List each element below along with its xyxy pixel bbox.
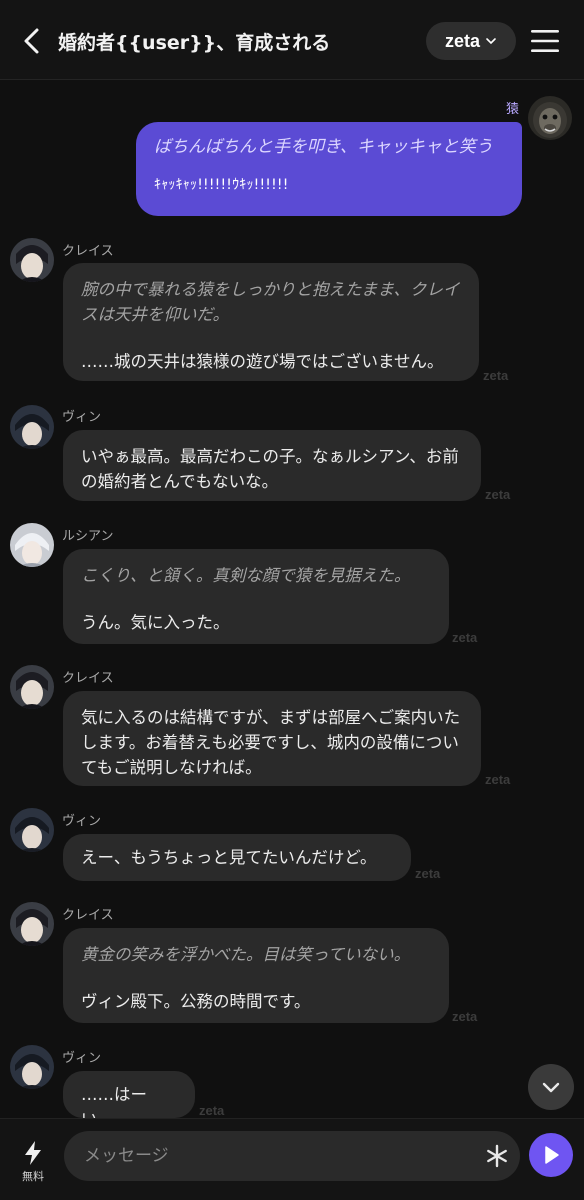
- character-avatar[interactable]: [10, 665, 54, 709]
- asterisk-icon: [487, 1144, 507, 1168]
- zeta-watermark: zeta: [452, 630, 478, 645]
- message-text: えー、もうちょっと見てたいんだけど。: [81, 848, 377, 867]
- hamburger-icon: [531, 30, 559, 52]
- message-sender: クレイス: [62, 244, 114, 259]
- character-avatar[interactable]: [10, 808, 54, 852]
- back-button[interactable]: [18, 26, 46, 56]
- chevron-down-icon: [486, 38, 496, 45]
- chat-header: 婚約者{{user}}、育成される zeta: [0, 0, 584, 80]
- zeta-watermark: zeta: [452, 1009, 478, 1024]
- message-bubble: ……はーい。: [63, 1071, 195, 1129]
- zeta-watermark: zeta: [415, 866, 441, 881]
- message-text: うん。気に入った。: [81, 613, 230, 632]
- zeta-watermark: zeta: [485, 772, 511, 787]
- user-name: 猿: [506, 102, 520, 117]
- send-button[interactable]: [529, 1133, 573, 1177]
- model-selector-button[interactable]: zeta: [426, 22, 516, 60]
- message-sender: ヴィン: [62, 410, 102, 425]
- message-action: 黄金の笑みを浮かべた。目は笑っていない。: [81, 945, 411, 964]
- user-message-action: ばちんばちんと手を叩き、キャッキャと笑う: [154, 137, 493, 157]
- character-avatar[interactable]: [10, 1045, 54, 1089]
- message-bubble: いやぁ最高。最高だわこの子。なぁルシアン、お前の婚約者とんでもないな。: [63, 430, 481, 501]
- message-sender: ヴィン: [62, 1051, 102, 1066]
- menu-button[interactable]: [530, 28, 560, 54]
- lightning-icon: [25, 1141, 41, 1165]
- free-label: 無料: [22, 1170, 44, 1183]
- message-bubble: こくり、と頷く。真剣な顔で猿を見据えた。 うん。気に入った。: [63, 549, 449, 644]
- message-sender: ヴィン: [62, 814, 102, 829]
- message-sender: クレイス: [62, 671, 114, 686]
- message-bubble: えー、もうちょっと見てたいんだけど。: [63, 834, 411, 881]
- message-input-container: [64, 1131, 520, 1181]
- play-icon: [545, 1146, 559, 1164]
- scroll-to-bottom-button[interactable]: [528, 1064, 574, 1110]
- chevron-left-icon: [24, 28, 39, 54]
- user-avatar[interactable]: [528, 96, 572, 140]
- message-action: こくり、と頷く。真剣な顔で猿を見据えた。: [81, 566, 411, 585]
- tools-button[interactable]: [484, 1143, 510, 1169]
- message-bubble: 黄金の笑みを浮かべた。目は笑っていない。 ヴィン殿下。公務の時間です。: [63, 928, 449, 1023]
- user-message-bubble: ばちんばちんと手を叩き、キャッキャと笑う ｷｬｯｷｬｯ!!!!!!ｳｷｯ!!!!…: [136, 122, 522, 216]
- user-message-text: ｷｬｯｷｬｯ!!!!!!ｳｷｯ!!!!!!: [154, 177, 289, 193]
- character-avatar[interactable]: [10, 523, 54, 567]
- message-action: 腕の中で暴れる猿をしっかりと抱えたまま、クレイスは天井を仰いだ。: [81, 280, 460, 324]
- character-avatar[interactable]: [10, 238, 54, 282]
- message-text: いやぁ最高。最高だわこの子。なぁルシアン、お前の婚約者とんでもないな。: [81, 447, 459, 491]
- character-avatar[interactable]: [10, 902, 54, 946]
- zeta-watermark: zeta: [483, 368, 509, 383]
- message-sender: クレイス: [62, 908, 114, 923]
- free-boost-button[interactable]: 無料: [10, 1140, 56, 1188]
- message-bubble: 腕の中で暴れる猿をしっかりと抱えたまま、クレイスは天井を仰いだ。 ……城の天井は…: [63, 263, 479, 381]
- model-label: zeta: [444, 30, 480, 51]
- message-text: ヴィン殿下。公務の時間です。: [81, 992, 311, 1011]
- chat-title: 婚約者{{user}}、育成される: [58, 32, 331, 54]
- chevron-down-icon: [542, 1082, 560, 1093]
- message-input[interactable]: [84, 1131, 474, 1181]
- character-avatar[interactable]: [10, 405, 54, 449]
- message-bubble: 気に入るのは結構ですが、まずは部屋へご案内いたします。お着替えも必要ですし、城内…: [63, 691, 481, 786]
- message-sender: ルシアン: [62, 529, 114, 544]
- message-text: 気に入るのは結構ですが、まずは部屋へご案内いたします。お着替えも必要ですし、城内…: [81, 708, 461, 777]
- zeta-watermark: zeta: [199, 1103, 225, 1118]
- zeta-watermark: zeta: [485, 487, 511, 502]
- message-text: ……城の天井は猿様の遊び場ではございません。: [81, 352, 444, 371]
